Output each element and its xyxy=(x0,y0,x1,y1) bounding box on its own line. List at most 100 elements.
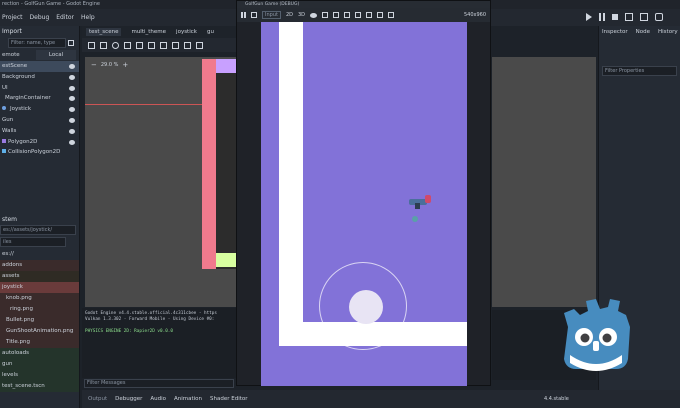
joystick-knob[interactable] xyxy=(349,290,383,324)
pivot-tool-icon[interactable] xyxy=(148,41,155,49)
filter-options-icon[interactable] xyxy=(68,40,74,46)
visibility-icon[interactable] xyxy=(310,12,318,18)
tab-inspector[interactable]: Inspector xyxy=(602,29,628,35)
grid-snap-icon[interactable] xyxy=(184,41,191,49)
visibility-icon[interactable] xyxy=(69,64,75,69)
pan-tool-icon[interactable] xyxy=(160,41,167,49)
tree-item[interactable]: UI xyxy=(0,83,79,94)
menu-project[interactable]: Project xyxy=(2,14,23,21)
tab-history[interactable]: History xyxy=(658,29,678,35)
menu-editor[interactable]: Editor xyxy=(56,14,74,21)
tab-output[interactable]: Output xyxy=(88,396,107,402)
menu-debug[interactable]: Debug xyxy=(30,14,50,21)
tab-debugger[interactable]: Debugger xyxy=(115,396,142,402)
file-item[interactable]: joystick xyxy=(0,282,79,293)
editor-2d-viewport[interactable]: − 29.0 % + xyxy=(85,57,236,307)
tree-item[interactable]: Joystick xyxy=(0,104,79,115)
file-item[interactable]: levels xyxy=(0,370,79,381)
file-item[interactable]: addons xyxy=(0,260,79,271)
mode-2d-button[interactable]: 2D xyxy=(286,12,293,18)
zoom-in-icon[interactable]: + xyxy=(122,61,128,69)
scene-dock-header[interactable]: Import xyxy=(0,26,79,37)
tree-item[interactable]: CollisionPolygon2D xyxy=(0,147,79,158)
filesystem-filter-input[interactable]: iles xyxy=(0,237,66,247)
tree-item[interactable]: Background xyxy=(0,72,79,83)
tree-item[interactable]: MarginContainer xyxy=(0,93,79,104)
add-node-icon[interactable] xyxy=(2,39,6,47)
file-item[interactable]: knob.png xyxy=(0,293,79,304)
select-icon[interactable] xyxy=(322,12,329,18)
fullscreen-icon[interactable] xyxy=(366,12,373,18)
scale-tool-icon[interactable] xyxy=(124,41,131,49)
move-tool-icon[interactable] xyxy=(100,41,107,49)
game-window-title: GolfGun Game (DEBUG) xyxy=(237,1,490,8)
tab-node[interactable]: Node xyxy=(636,29,650,35)
file-item[interactable]: test_scene.tscn xyxy=(0,381,79,392)
list-icon[interactable] xyxy=(344,12,351,18)
bottom-strip-preview xyxy=(216,253,236,267)
file-item[interactable]: GunShootAnimation.png xyxy=(0,326,79,337)
local-tab[interactable]: Local xyxy=(36,50,76,60)
tab-animation[interactable]: Animation xyxy=(174,396,202,402)
file-item[interactable]: autoloads xyxy=(0,348,79,359)
file-item[interactable]: es:// xyxy=(0,249,79,260)
ruler-tool-icon[interactable] xyxy=(172,41,179,49)
select-tool-icon[interactable] xyxy=(88,41,95,49)
game-step-icon[interactable] xyxy=(251,12,257,18)
mode-3d-button[interactable]: 3D xyxy=(298,12,305,18)
tab-multi-theme[interactable]: multi_theme xyxy=(131,29,166,35)
stretch-icon[interactable] xyxy=(377,12,384,18)
tree-item[interactable]: Walls xyxy=(0,126,79,137)
visibility-icon[interactable] xyxy=(69,96,75,102)
rotate-tool-icon[interactable] xyxy=(112,41,119,49)
input-toggle[interactable]: Input xyxy=(262,11,281,19)
zoom-level[interactable]: 29.0 % xyxy=(101,62,118,68)
tree-item-label: UI xyxy=(2,84,8,91)
file-item[interactable]: gun xyxy=(0,359,79,370)
tree-item[interactable]: Polygon2D xyxy=(0,137,79,148)
play-scene-icon[interactable] xyxy=(625,13,633,21)
camera-icon[interactable] xyxy=(333,12,340,18)
visibility-icon[interactable] xyxy=(69,85,75,91)
tree-item[interactable]: estScene xyxy=(0,61,79,72)
file-item[interactable]: assets xyxy=(0,271,79,282)
tab-gun[interactable]: gu xyxy=(207,29,214,35)
file-item[interactable]: ring.png xyxy=(0,304,79,315)
visibility-icon[interactable] xyxy=(69,139,75,145)
play-icon[interactable] xyxy=(586,13,592,21)
remote-tab[interactable]: emote xyxy=(2,52,32,58)
menu-help[interactable]: Help xyxy=(81,14,95,21)
pause-icon[interactable] xyxy=(599,13,605,21)
close-icon[interactable] xyxy=(355,12,362,18)
inspector-filter-input[interactable]: Filter Properties xyxy=(602,66,677,76)
play-custom-icon[interactable] xyxy=(640,13,648,21)
visibility-icon[interactable] xyxy=(69,74,75,80)
filesystem-dock: stem es://assets/joystick/ iles es:// ad… xyxy=(0,214,80,408)
tab-joystick[interactable]: joystick xyxy=(176,29,197,35)
tab-shader-editor[interactable]: Shader Editor xyxy=(210,396,248,402)
snap-options-icon[interactable] xyxy=(196,41,203,49)
list-tool-icon[interactable] xyxy=(136,41,143,49)
visibility-icon[interactable] xyxy=(69,107,75,113)
file-item[interactable]: Title.png xyxy=(0,337,79,348)
movie-icon[interactable] xyxy=(655,13,663,21)
menu-icon[interactable] xyxy=(388,12,395,18)
tree-item[interactable]: Gun xyxy=(0,115,79,126)
visibility-icon[interactable] xyxy=(69,128,75,134)
filter-messages-input[interactable]: Filter Messages xyxy=(84,379,234,388)
tab-audio[interactable]: Audio xyxy=(150,396,166,402)
filesystem-path[interactable]: es://assets/joystick/ xyxy=(0,225,76,235)
scene-filter-input[interactable]: Filter: name, type xyxy=(8,38,66,48)
file-item[interactable]: Bullet.png xyxy=(0,315,79,326)
zoom-out-icon[interactable]: − xyxy=(91,61,97,69)
tab-test-scene[interactable]: test_scene xyxy=(86,28,122,36)
visibility-icon[interactable] xyxy=(69,117,75,123)
game-window: GolfGun Game (DEBUG) Input 2D 3D 540x960 xyxy=(236,0,491,386)
game-canvas[interactable] xyxy=(261,22,467,386)
control-node-icon xyxy=(2,106,6,111)
scene-tabs: test_scene multi_theme joystick gu xyxy=(82,26,238,38)
game-toolbar: Input 2D 3D 540x960 xyxy=(237,8,490,22)
game-pause-icon[interactable] xyxy=(241,12,246,18)
stop-icon[interactable] xyxy=(612,14,618,20)
filesystem-header[interactable]: stem xyxy=(0,214,79,225)
